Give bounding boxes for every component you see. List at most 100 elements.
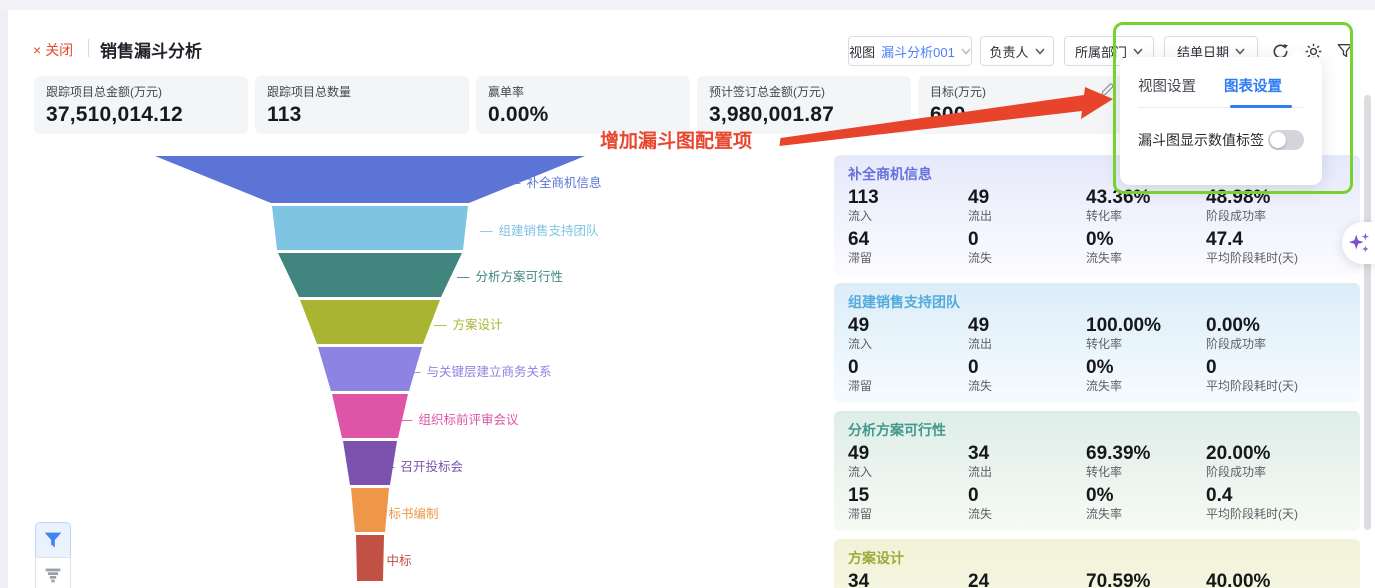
vertical-scrollbar[interactable] <box>1364 95 1371 530</box>
funnel-segment[interactable] <box>318 347 422 391</box>
label-text: 组建销售支持团队 <box>499 224 599 238</box>
stat-value: 0.00% <box>1206 315 1346 337</box>
kpi-tile: 预计签订总金额(万元)3,980,001.87 <box>697 76 911 134</box>
stat-value: 69.39% <box>1086 443 1206 465</box>
owner-filter-label: 负责人 <box>989 42 1028 61</box>
stage-stat-grid: 49流入49流出100.00%转化率0.00%阶段成功率0滞留0流失0%流失率0… <box>848 315 1346 394</box>
chevron-down-icon <box>961 48 971 55</box>
label-tick: — <box>400 413 413 427</box>
sparkle-icon <box>1348 231 1370 255</box>
stage-stat-cell: 70.59%转化率 <box>1086 571 1206 588</box>
stage-stat-cell: 0流失 <box>968 357 1086 394</box>
stage-stat-cell: 34流入 <box>848 571 968 588</box>
label-text: 召开投标会 <box>401 460 464 474</box>
stat-value: 113 <box>848 187 968 209</box>
stat-value: 49 <box>968 315 1086 337</box>
stat-label: 平均阶段耗时(天) <box>1206 379 1346 394</box>
edit-target-icon[interactable] <box>1100 83 1114 97</box>
stage-stat-cell: 100.00%转化率 <box>1086 315 1206 352</box>
stat-value: 40.00% <box>1206 571 1346 588</box>
stage-stat-cell: 49流出 <box>968 315 1086 352</box>
stat-value: 49 <box>848 315 968 337</box>
label-tick: — <box>408 365 421 379</box>
stage-stat-title: 分析方案可行性 <box>848 420 1346 440</box>
tab-view-settings[interactable]: 视图设置 <box>1138 75 1196 98</box>
funnel-segment[interactable] <box>332 394 408 438</box>
filter-button[interactable] <box>1331 37 1359 65</box>
stat-value: 24 <box>968 571 1086 588</box>
stage-stat-grid: 49流入34流出69.39%转化率20.00%阶段成功率15滞留0流失0%流失率… <box>848 443 1346 522</box>
toggle-label: 漏斗图显示数值标签 <box>1138 130 1264 150</box>
label-text: 中标 <box>387 554 412 568</box>
stat-value: 0 <box>968 357 1086 379</box>
stat-label: 流入 <box>848 465 968 480</box>
funnel-stage-label: — 中标 <box>368 550 412 569</box>
stat-label: 流失率 <box>1086 379 1206 394</box>
stage-stat-cell: 0流失 <box>968 485 1086 522</box>
stage-stat-cell: 34流出 <box>968 443 1086 480</box>
close-button[interactable]: × 关闭 <box>33 40 73 60</box>
stat-value: 0% <box>1086 485 1206 507</box>
funnel-layered-type-button[interactable] <box>35 557 71 588</box>
funnel-segment[interactable] <box>278 253 462 297</box>
funnel-type-toggles <box>35 522 73 588</box>
stat-value: 48.98% <box>1206 187 1346 209</box>
kpi-value: 0.00% <box>488 103 690 127</box>
owner-filter-dropdown[interactable]: 负责人 <box>980 36 1054 66</box>
funnel-segment[interactable] <box>272 206 468 250</box>
sales-funnel-analysis-page: × 关闭 销售漏斗分析 视图 漏斗分析001 负责人 所属部门 结单日期 <box>0 0 1375 588</box>
stat-value: 64 <box>848 229 968 251</box>
stat-label: 阶段成功率 <box>1206 337 1346 352</box>
chevron-down-icon <box>1133 48 1143 55</box>
stat-label: 滞留 <box>848 379 968 394</box>
stat-label: 流出 <box>968 465 1086 480</box>
tab-chart-settings[interactable]: 图表设置 <box>1224 75 1282 98</box>
kpi-label: 跟踪项目总金额(万元) <box>46 83 248 100</box>
label-tick: — <box>480 224 493 238</box>
funnel-solid-type-button[interactable] <box>35 522 71 558</box>
stat-label: 平均阶段耗时(天) <box>1206 507 1346 522</box>
view-value: 漏斗分析001 <box>881 42 955 61</box>
stat-value: 34 <box>848 571 968 588</box>
stat-value: 70.59% <box>1086 571 1206 588</box>
view-select[interactable]: 视图 漏斗分析001 <box>848 36 972 66</box>
stat-value: 47.4 <box>1206 229 1346 251</box>
label-text: 补全商机信息 <box>527 176 602 190</box>
kpi-label: 赢单率 <box>488 83 690 100</box>
stat-label: 流失 <box>968 251 1086 266</box>
stat-value: 43.36% <box>1086 187 1206 209</box>
stat-label: 转化率 <box>1086 209 1206 224</box>
stat-label: 流入 <box>848 209 968 224</box>
label-text: 标书编制 <box>389 507 439 521</box>
funnel-stage-label: —补全商机信息 <box>508 172 602 191</box>
stat-label: 转化率 <box>1086 465 1206 480</box>
value-label-toggle[interactable] <box>1268 130 1304 150</box>
kpi-tile: 赢单率 0.00% <box>476 76 690 134</box>
kpi-value: 37,510,014.12 <box>46 103 248 127</box>
kpi-value: 113 <box>267 103 469 127</box>
stat-label: 滞留 <box>848 507 968 522</box>
view-label: 视图 <box>849 42 875 61</box>
stat-value: 0% <box>1086 229 1206 251</box>
page-title: 销售漏斗分析 <box>100 37 202 62</box>
stage-stat-cell: 49流入 <box>848 443 968 480</box>
header-divider <box>88 39 89 57</box>
funnel-solid-icon <box>42 529 64 551</box>
label-tick: — <box>368 554 381 568</box>
label-tick: — <box>434 318 447 332</box>
label-text: 分析方案可行性 <box>476 270 564 284</box>
stage-stat-cell: 49流入 <box>848 315 968 352</box>
stat-value: 20.00% <box>1206 443 1346 465</box>
funnel-stage-label: — 组建销售支持团队 <box>480 220 599 239</box>
chart-settings-popup: 视图设置 图表设置 漏斗图显示数值标签 <box>1120 57 1322 185</box>
stat-value: 15 <box>848 485 968 507</box>
funnel-segment[interactable] <box>300 300 440 344</box>
stat-label: 阶段成功率 <box>1206 465 1346 480</box>
stat-label: 流出 <box>968 337 1086 352</box>
stage-stat-title: 组建销售支持团队 <box>848 292 1346 312</box>
stage-stat-grid: 113流入49流出43.36%转化率48.98%阶段成功率64滞留0流失0%流失… <box>848 187 1346 266</box>
stage-stat-cell: 0%流失率 <box>1086 229 1206 266</box>
label-tick: — <box>382 460 395 474</box>
stage-stat-title: 方案设计 <box>848 548 1346 568</box>
stat-value: 0 <box>968 485 1086 507</box>
